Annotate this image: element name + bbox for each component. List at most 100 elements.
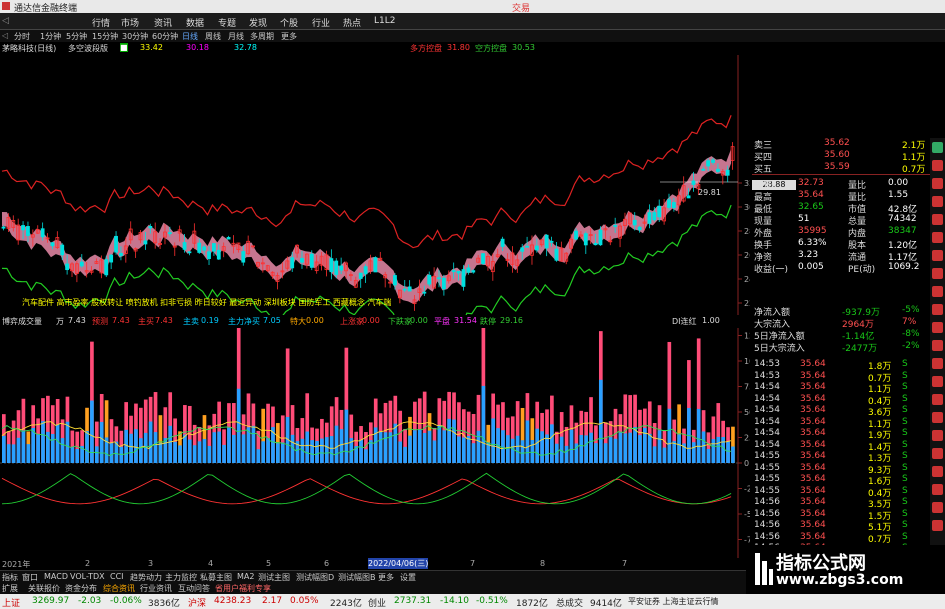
sidebar-icon[interactable] bbox=[932, 466, 943, 477]
menu-item[interactable]: 行业 bbox=[312, 16, 330, 29]
sidebar-icon[interactable] bbox=[932, 214, 943, 225]
sidebar-icon[interactable] bbox=[932, 268, 943, 279]
indicator-tab[interactable]: VOL-TDX bbox=[70, 572, 105, 581]
sidebar-icon[interactable] bbox=[932, 502, 943, 513]
period-tab-active[interactable]: 日线 bbox=[182, 31, 198, 42]
info-tab[interactable]: 综合资讯 bbox=[103, 583, 135, 594]
period-tab[interactable]: 分时 bbox=[14, 31, 30, 42]
info-tab[interactable]: 关联报价 bbox=[28, 583, 60, 594]
candle-body bbox=[109, 254, 114, 263]
sidebar-icon[interactable] bbox=[932, 250, 943, 261]
quote-stat-row: 最高 35.64 量比 1.55 bbox=[752, 190, 930, 203]
tick-side: S bbox=[902, 370, 908, 381]
tick-side: S bbox=[902, 520, 908, 530]
candle-body bbox=[373, 257, 378, 273]
volume-bar-blue bbox=[491, 418, 496, 463]
candle-body bbox=[300, 258, 304, 263]
stat-value: 38347 bbox=[888, 226, 917, 236]
info-tab[interactable]: 行业资讯 bbox=[140, 583, 172, 594]
sidebar-icon[interactable] bbox=[932, 430, 943, 441]
volume-bar-blue bbox=[623, 433, 628, 463]
indicator-tab[interactable]: MA2 bbox=[237, 572, 254, 581]
volume-bar-blue bbox=[413, 430, 417, 463]
period-tab[interactable]: 周线 bbox=[205, 31, 221, 42]
info-tab[interactable]: 互动问答 bbox=[178, 583, 210, 594]
sidebar-icon[interactable] bbox=[932, 484, 943, 495]
tick-list[interactable]: 14:53 35.64 1.8万 S 14:53 35.64 0.7万 S 14:54 35.64… bbox=[752, 359, 930, 559]
sidebar-icon[interactable] bbox=[932, 142, 943, 153]
sidebar-icon[interactable] bbox=[932, 340, 943, 351]
tick-side: S bbox=[902, 439, 908, 450]
info-tab[interactable]: 扩展 bbox=[2, 583, 18, 594]
period-tab[interactable]: 更多 bbox=[281, 31, 297, 42]
candle-body bbox=[290, 257, 295, 269]
cy-amount: 1872亿 bbox=[516, 599, 548, 609]
indicator-tab[interactable]: CCI bbox=[110, 572, 124, 581]
total-value: 9414亿 bbox=[590, 599, 622, 609]
volume-bar-blue bbox=[148, 421, 153, 463]
volume-bar-blue bbox=[6, 444, 11, 463]
menu-item[interactable]: 热点 bbox=[343, 16, 361, 29]
vol-indicator-name[interactable]: 博弈成交量 bbox=[2, 316, 42, 327]
menu-item[interactable]: 行情 bbox=[92, 16, 110, 29]
sidebar-icon[interactable] bbox=[932, 304, 943, 315]
tick-price: 35.64 bbox=[800, 497, 826, 507]
back-icon[interactable]: ◁ bbox=[2, 31, 8, 40]
sidebar-icon[interactable] bbox=[932, 448, 943, 459]
sidebar-icon[interactable] bbox=[932, 322, 943, 333]
volume-bar-blue bbox=[231, 434, 236, 463]
sidebar-icon[interactable] bbox=[932, 232, 943, 243]
indicator-name[interactable]: 多空波段版 bbox=[68, 43, 108, 54]
sidebar-icon[interactable] bbox=[932, 178, 943, 189]
volume-bar-blue bbox=[280, 442, 285, 463]
tick-side: S bbox=[902, 485, 908, 496]
info-tab[interactable]: 省用户福利专享 bbox=[215, 583, 271, 594]
flow-row: 净流入额 -937.9万 -5% bbox=[752, 305, 930, 318]
tick-side: S bbox=[902, 416, 908, 427]
volume-chart[interactable]: 12500 10000 7500 5000 2500 0 -2500 -5000 -7500 bbox=[0, 328, 750, 558]
candle-body bbox=[329, 258, 334, 273]
period-tab[interactable]: 月线 bbox=[228, 31, 244, 42]
tick-row: 14:53 35.64 1.8万 S bbox=[752, 359, 930, 372]
date-axis: 2021年 2 3 4 5 6 2022/04/06(三) 7 8 7 bbox=[0, 558, 750, 569]
period-tab[interactable]: 60分钟 bbox=[152, 31, 178, 42]
menu-item[interactable]: 个股 bbox=[280, 16, 298, 29]
sidebar-icon[interactable] bbox=[932, 358, 943, 369]
sidebar-icon[interactable] bbox=[932, 160, 943, 171]
menu-item[interactable]: 市场 bbox=[121, 16, 139, 29]
stat-value: 35.64 bbox=[798, 190, 824, 200]
sidebar-icon[interactable] bbox=[932, 412, 943, 423]
candle-body bbox=[104, 259, 109, 276]
info-tab[interactable]: 资金分布 bbox=[65, 583, 97, 594]
menu-item[interactable]: L1L2 bbox=[374, 16, 395, 26]
period-tab[interactable]: 5分钟 bbox=[66, 31, 87, 42]
tick-price: 35.64 bbox=[800, 485, 826, 496]
period-tab[interactable]: 1分钟 bbox=[40, 31, 61, 42]
stat-value: 6.33% bbox=[798, 238, 827, 248]
watermark: 指标公式网 www.zbgs3.com bbox=[746, 545, 945, 594]
sidebar-icon[interactable] bbox=[932, 196, 943, 207]
tick-row: 14:53 35.64 0.7万 S bbox=[752, 370, 930, 384]
period-tab[interactable]: 30分钟 bbox=[122, 31, 148, 42]
period-tab[interactable]: 多周期 bbox=[250, 31, 274, 42]
sidebar-icon[interactable] bbox=[932, 520, 943, 531]
volume-bar-blue bbox=[11, 444, 16, 463]
sidebar-icon[interactable] bbox=[932, 394, 943, 405]
menu-item[interactable]: 数据 bbox=[186, 16, 204, 29]
indicator-tab[interactable]: MACD bbox=[44, 572, 68, 581]
sz-pct: 0.05% bbox=[290, 596, 319, 606]
volume-bar-blue bbox=[481, 385, 486, 463]
menu-item[interactable]: 发现 bbox=[249, 16, 267, 29]
volume-bar-blue bbox=[398, 441, 403, 463]
forecast-value: 7.43 bbox=[112, 316, 130, 325]
tick-side: S bbox=[902, 428, 908, 438]
stat-value: 0.00 bbox=[888, 178, 909, 188]
sidebar-icon[interactable] bbox=[932, 376, 943, 387]
candlestick-chart[interactable]: 32.00 30.00 28.00 26.00 24.00 22.00 bbox=[0, 55, 750, 315]
right-sidebar bbox=[930, 138, 945, 578]
sidebar-icon[interactable] bbox=[932, 286, 943, 297]
menu-item[interactable]: 专题 bbox=[218, 16, 236, 29]
menu-arrow-icon[interactable]: ◁ bbox=[2, 16, 9, 26]
menu-item[interactable]: 资讯 bbox=[154, 16, 172, 29]
period-tab[interactable]: 15分钟 bbox=[92, 31, 118, 42]
